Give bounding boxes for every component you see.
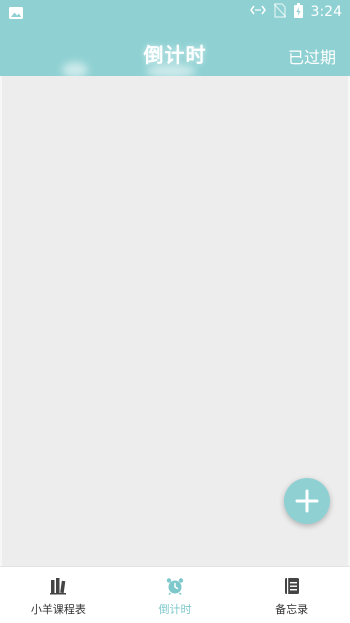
expired-button[interactable]: 已过期 [288,44,336,68]
status-bar: 3:24 [0,0,350,24]
battery-charging-icon [293,2,303,22]
tab-memo-label: 备忘录 [275,603,309,616]
tab-schedule[interactable]: 小羊课程表 [0,567,117,623]
books-icon [50,578,67,595]
notebook-icon [284,578,299,594]
tab-schedule-label: 小羊课程表 [30,603,86,616]
no-sim-icon [273,2,286,22]
alarm-clock-icon [166,578,184,595]
plus-icon [295,489,319,513]
image-notification-icon [8,5,24,19]
tab-countdown[interactable]: 倒计时 [117,567,234,623]
app-bar: 倒计时 已过期 [0,24,350,78]
tab-memo[interactable]: 备忘录 [233,567,350,623]
tab-countdown-label: 倒计时 [158,603,192,616]
bottom-navigation: 小羊课程表 倒计时 备忘录 [0,566,350,623]
add-countdown-button[interactable] [284,478,330,524]
status-icons: 3:24 [249,2,342,22]
status-time: 3:24 [310,4,342,20]
data-transfer-icon [249,4,266,20]
